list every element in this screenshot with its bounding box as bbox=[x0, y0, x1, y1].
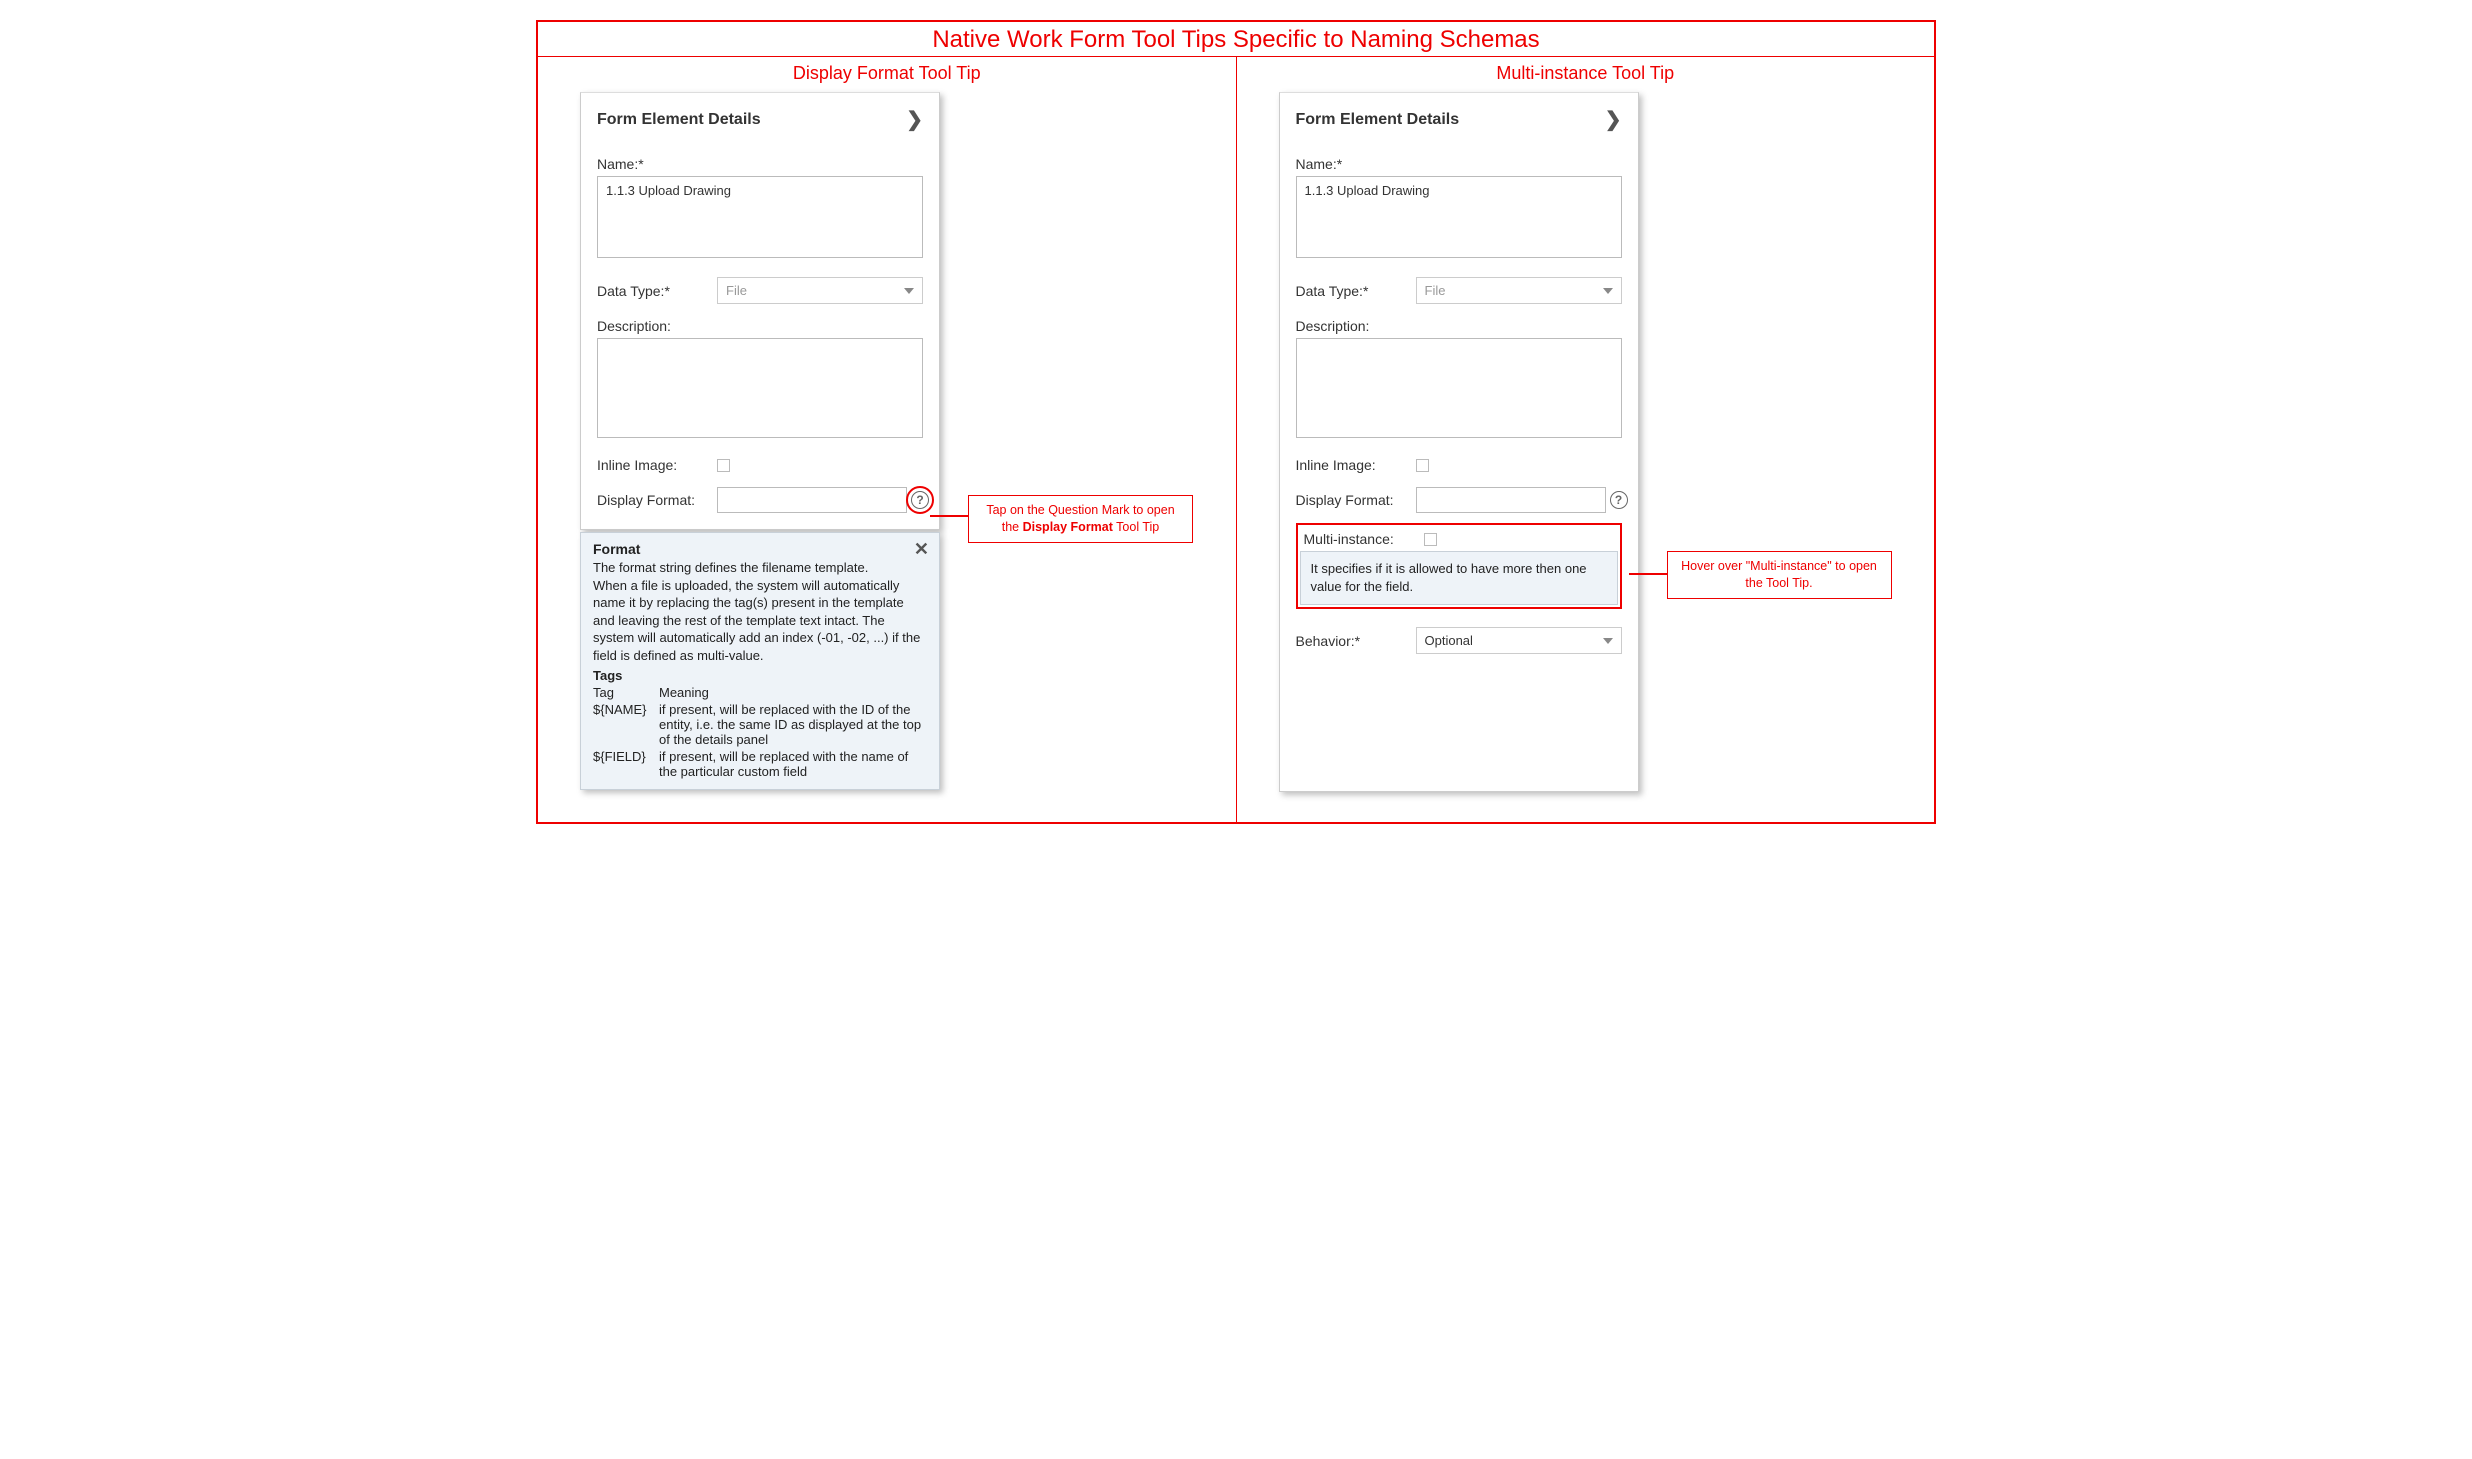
datatype-field: Data Type:* File bbox=[1296, 277, 1622, 304]
display-format-input[interactable] bbox=[1416, 487, 1606, 513]
chevron-right-icon[interactable]: ❯ bbox=[1605, 107, 1622, 132]
red-highlight-circle bbox=[906, 486, 934, 514]
question-mark-icon[interactable]: ? bbox=[911, 491, 929, 509]
datatype-label: Data Type:* bbox=[597, 283, 707, 299]
tag-row: ${NAME} if present, will be replaced wit… bbox=[593, 702, 927, 747]
chevron-down-icon bbox=[1603, 288, 1613, 294]
chevron-down-icon bbox=[904, 288, 914, 294]
datatype-label: Data Type:* bbox=[1296, 283, 1406, 299]
multi-instance-highlight: Multi-instance: It specifies if it is al… bbox=[1296, 523, 1622, 609]
display-format-field: Display Format: ? bbox=[1296, 487, 1622, 513]
multi-instance-label: Multi-instance: bbox=[1304, 531, 1414, 547]
right-column: Multi-instance Tool Tip Form Element Det… bbox=[1237, 57, 1935, 822]
display-format-field: Display Format: ? bbox=[597, 487, 923, 513]
display-format-wrap: ? bbox=[1416, 487, 1628, 513]
inline-image-field: Inline Image: bbox=[1296, 457, 1622, 473]
display-format-input[interactable] bbox=[717, 487, 907, 513]
chevron-right-icon[interactable]: ❯ bbox=[906, 107, 923, 132]
display-format-wrap: ? bbox=[717, 487, 929, 513]
panel-title: Form Element Details bbox=[597, 111, 761, 129]
callout-text-bold: Display Format bbox=[1023, 520, 1113, 534]
callout-right: Hover over "Multi-instance" to open the … bbox=[1667, 551, 1892, 599]
callout-connector bbox=[1629, 573, 1667, 575]
name-field: Name:* bbox=[1296, 156, 1622, 263]
tag-header-col2: Meaning bbox=[659, 685, 927, 700]
name-input[interactable] bbox=[1296, 176, 1622, 258]
question-mark-icon[interactable]: ? bbox=[1610, 491, 1628, 509]
name-label: Name:* bbox=[597, 156, 923, 172]
inline-image-label: Inline Image: bbox=[1296, 457, 1406, 473]
description-label: Description: bbox=[597, 318, 923, 334]
tags-heading: Tags bbox=[593, 668, 927, 683]
format-tooltip: ✕ Format The format string defines the f… bbox=[580, 532, 940, 790]
tag-meaning: if present, will be replaced with the na… bbox=[659, 749, 927, 779]
tag-row: ${FIELD} if present, will be replaced wi… bbox=[593, 749, 927, 779]
multi-instance-tooltip: It specifies if it is allowed to have mo… bbox=[1300, 551, 1618, 605]
left-column: Display Format Tool Tip Form Element Det… bbox=[538, 57, 1237, 822]
panel-header: Form Element Details ❯ bbox=[581, 93, 939, 142]
panel-body: Name:* Data Type:* File Description: bbox=[581, 156, 939, 529]
description-input[interactable] bbox=[597, 338, 923, 438]
name-field: Name:* bbox=[597, 156, 923, 263]
left-column-title: Display Format Tool Tip bbox=[548, 63, 1226, 84]
datatype-select[interactable]: File bbox=[1416, 277, 1622, 304]
datatype-field: Data Type:* File bbox=[597, 277, 923, 304]
panel-header: Form Element Details ❯ bbox=[1280, 93, 1638, 142]
callout-text: Hover over "Multi-instance" to open the … bbox=[1681, 559, 1877, 590]
behavior-value: Optional bbox=[1425, 633, 1473, 648]
behavior-select[interactable]: Optional bbox=[1416, 627, 1622, 654]
multi-instance-checkbox[interactable] bbox=[1424, 533, 1437, 546]
panel-body: Name:* Data Type:* File Description: bbox=[1280, 156, 1638, 670]
right-column-title: Multi-instance Tool Tip bbox=[1247, 63, 1925, 84]
callout-left: Tap on the Question Mark to open the Dis… bbox=[968, 495, 1193, 543]
main-title: Native Work Form Tool Tips Specific to N… bbox=[538, 22, 1934, 56]
callout-text-post: Tool Tip bbox=[1113, 520, 1159, 534]
name-label: Name:* bbox=[1296, 156, 1622, 172]
datatype-value: File bbox=[726, 283, 747, 298]
behavior-field: Behavior:* Optional bbox=[1296, 627, 1622, 654]
tags-header-row: Tag Meaning bbox=[593, 685, 927, 700]
tags-table: Tag Meaning ${NAME} if present, will be … bbox=[593, 685, 927, 779]
inline-image-checkbox[interactable] bbox=[1416, 459, 1429, 472]
description-field: Description: bbox=[597, 318, 923, 443]
description-input[interactable] bbox=[1296, 338, 1622, 438]
tag-meaning: if present, will be replaced with the ID… bbox=[659, 702, 927, 747]
inline-image-checkbox[interactable] bbox=[717, 459, 730, 472]
columns: Display Format Tool Tip Form Element Det… bbox=[538, 56, 1934, 822]
outer-frame: Native Work Form Tool Tips Specific to N… bbox=[536, 20, 1936, 824]
tag-name: ${NAME} bbox=[593, 702, 659, 717]
display-format-label: Display Format: bbox=[1296, 492, 1406, 508]
display-format-label: Display Format: bbox=[597, 492, 707, 508]
multi-instance-field: Multi-instance: bbox=[1300, 531, 1618, 547]
form-panel-right: Form Element Details ❯ Name:* Data Type:… bbox=[1279, 92, 1639, 792]
description-field: Description: bbox=[1296, 318, 1622, 443]
chevron-down-icon bbox=[1603, 638, 1613, 644]
inline-image-label: Inline Image: bbox=[597, 457, 707, 473]
behavior-label: Behavior:* bbox=[1296, 633, 1406, 649]
description-label: Description: bbox=[1296, 318, 1622, 334]
panel-title: Form Element Details bbox=[1296, 111, 1460, 129]
datatype-select[interactable]: File bbox=[717, 277, 923, 304]
callout-connector bbox=[930, 515, 968, 517]
name-input[interactable] bbox=[597, 176, 923, 258]
datatype-value: File bbox=[1425, 283, 1446, 298]
inline-image-field: Inline Image: bbox=[597, 457, 923, 473]
tooltip-title: Format bbox=[593, 541, 927, 557]
tag-header-col1: Tag bbox=[593, 685, 659, 700]
form-panel-left: Form Element Details ❯ Name:* Data Type:… bbox=[580, 92, 940, 530]
tag-name: ${FIELD} bbox=[593, 749, 659, 764]
tooltip-body: The format string defines the filename t… bbox=[593, 559, 927, 664]
close-icon[interactable]: ✕ bbox=[914, 539, 929, 560]
